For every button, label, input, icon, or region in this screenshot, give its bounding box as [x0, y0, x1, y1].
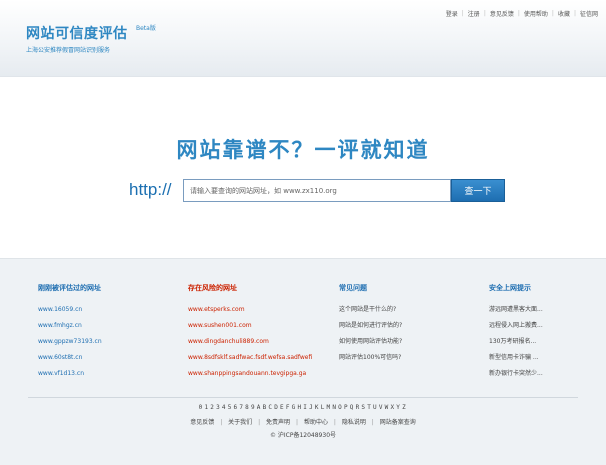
alphabet-index-link[interactable]: Z	[402, 404, 407, 411]
risky-site-link[interactable]: www.8sdfsklf.sadfwac.fsdf.wefsa.sadfwefi	[188, 350, 334, 366]
alphabet-index-link[interactable]: N	[332, 404, 337, 411]
footer-separator: |	[333, 419, 336, 426]
safety-tip-link[interactable]: 130万考研报名...	[489, 334, 569, 350]
risky-site-link[interactable]: www.sushen001.com	[188, 318, 334, 334]
http-prefix-label: http://	[129, 180, 172, 199]
faq-column: 常见问题 这个网站是干什么的? 网站是如何进行评估的? 如何使用网站评估功能? …	[339, 283, 479, 366]
risky-sites-heading: 存在风险的网址	[188, 284, 237, 292]
faq-link[interactable]: 网站评估100%可信吗?	[339, 350, 479, 366]
footer-feedback-link[interactable]: 意见反馈	[190, 419, 214, 426]
topnav-credit-site-link[interactable]: 征信网	[580, 9, 598, 18]
recent-site-link[interactable]: www.vf1d13.cn	[38, 366, 178, 382]
site-logo-title[interactable]: 网站可信度评估	[26, 23, 128, 43]
main-slogan: 网站靠谱不？一评就知道	[176, 137, 430, 162]
footer-disclaimer-link[interactable]: 免责声明	[266, 419, 290, 426]
risky-site-link[interactable]: www.dingdanchuli889.com	[188, 334, 334, 350]
alphabet-index-link[interactable]: 7	[239, 404, 244, 411]
icp-license: © 沪ICP备12048930号	[269, 432, 337, 439]
alphabet-index-link[interactable]: C	[268, 404, 273, 411]
topnav-feedback-link[interactable]: 意见反馈	[490, 9, 514, 18]
safety-tip-link[interactable]: 新型信用卡诈骗 ...	[489, 350, 569, 366]
alphabet-index-link[interactable]: L	[321, 404, 326, 411]
recent-evaluations-heading: 刚刚被评估过的网址	[38, 284, 101, 292]
topnav-register-link[interactable]: 注册	[468, 9, 480, 18]
alphabet-index-link[interactable]: K	[315, 404, 320, 411]
footer-separator: |	[371, 419, 374, 426]
footer-icp-lookup-link[interactable]: 网站备案查询	[380, 419, 416, 426]
recent-site-link[interactable]: www.60st8t.cn	[38, 350, 178, 366]
footer-privacy-link[interactable]: 隐私说明	[342, 419, 366, 426]
alphabet-index-link[interactable]: M	[327, 404, 332, 411]
alphabet-index-link[interactable]: 3	[216, 404, 221, 411]
search-button[interactable]: 查一下	[451, 179, 505, 202]
safety-tips-column: 安全上网提示 游远网遭黑客大面... 远程侵入网上搬费... 130万考研报名.…	[489, 283, 569, 382]
faq-link[interactable]: 这个网站是干什么的?	[339, 302, 479, 318]
alphabet-index-link[interactable]: 5	[228, 404, 233, 411]
alphabet-index-link[interactable]: Y	[396, 404, 401, 411]
footer-separator: |	[220, 419, 223, 426]
url-search-input[interactable]	[183, 179, 451, 202]
alphabet-index-link[interactable]: 1	[204, 404, 209, 411]
topnav-separator: |	[551, 9, 554, 17]
faq-link[interactable]: 如何使用网站评估功能?	[339, 334, 479, 350]
recent-site-link[interactable]: www.fmhgz.cn	[38, 318, 178, 334]
alphabet-index: 0123456789ABCDEFGHIJKLMNOPQRSTUVWXYZ	[0, 404, 606, 411]
alphabet-index-link[interactable]: I	[303, 404, 308, 411]
alphabet-index-link[interactable]: 8	[245, 404, 250, 411]
footer-links: 意见反馈 | 关于我们 | 免责声明 | 帮助中心 | 隐私说明 | 网站备案查…	[0, 417, 606, 426]
recent-site-link[interactable]: www.gppzw73193.cn	[38, 334, 178, 350]
safety-tip-link[interactable]: 游远网遭黑客大面...	[489, 302, 569, 318]
risky-site-link[interactable]: www.shanppingsandouann.tevgipga.ga	[188, 366, 334, 382]
footer-separator: |	[295, 419, 299, 426]
footer-help-center-link[interactable]: 帮助中心	[304, 419, 328, 426]
footer-divider	[28, 397, 578, 398]
risky-site-link[interactable]: www.etsperks.com	[188, 302, 334, 318]
risky-sites-column: 存在风险的网址 www.etsperks.com www.sushen001.c…	[188, 283, 334, 382]
topnav-separator: |	[517, 9, 520, 17]
topnav-separator: |	[483, 9, 486, 17]
alphabet-index-link[interactable]: 2	[210, 404, 215, 411]
alphabet-index-link[interactable]: U	[373, 404, 378, 411]
recent-site-link[interactable]: www.16059.cn	[38, 302, 178, 318]
alphabet-index-link[interactable]: E	[280, 404, 285, 411]
footer-section: 刚刚被评估过的网址 www.16059.cn www.fmhgz.cn www.…	[0, 258, 606, 465]
topnav-login-link[interactable]: 登录	[446, 9, 458, 18]
alphabet-index-link[interactable]: V	[379, 404, 384, 411]
alphabet-index-link[interactable]: D	[274, 404, 279, 411]
recent-evaluations-column: 刚刚被评估过的网址 www.16059.cn www.fmhgz.cn www.…	[38, 283, 178, 382]
alphabet-index-link[interactable]: F	[286, 404, 291, 411]
footer-separator: |	[258, 419, 261, 426]
safety-tip-link[interactable]: 远程侵入网上搬费...	[489, 318, 569, 334]
topnav-separator: |	[573, 9, 576, 17]
faq-heading: 常见问题	[339, 284, 367, 292]
safety-tips-heading: 安全上网提示	[489, 284, 531, 292]
alphabet-index-link[interactable]: J	[309, 404, 314, 411]
alphabet-index-link[interactable]: Q	[350, 404, 355, 411]
alphabet-index-link[interactable]: A	[257, 404, 262, 411]
alphabet-index-link[interactable]: P	[344, 404, 349, 411]
topnav-favorite-link[interactable]: 收藏	[558, 9, 570, 18]
faq-link[interactable]: 网站是如何进行评估的?	[339, 318, 479, 334]
alphabet-index-link[interactable]: H	[297, 404, 302, 411]
site-logo-subtitle: 上海公安推荐假冒网站识别服务	[26, 47, 111, 54]
alphabet-index-link[interactable]: X	[390, 404, 395, 411]
safety-tip-link[interactable]: 新办银行卡突然少...	[489, 366, 569, 382]
alphabet-index-link[interactable]: 6	[234, 404, 239, 411]
alphabet-index-link[interactable]: T	[367, 404, 372, 411]
alphabet-index-link[interactable]: 4	[222, 404, 227, 411]
footer-about-link[interactable]: 关于我们	[228, 419, 252, 426]
top-navigation: 登录 | 注册 | 意见反馈 | 使用帮助 | 收藏 | 征信网	[446, 8, 598, 18]
site-header: 网站可信度评估 Beta版 上海公安推荐假冒网站识别服务 登录 | 注册 | 意…	[0, 0, 606, 77]
beta-badge: Beta版	[136, 25, 156, 32]
alphabet-index-link[interactable]: O	[338, 404, 343, 411]
topnav-help-link[interactable]: 使用帮助	[524, 9, 548, 18]
topnav-separator: |	[461, 9, 464, 17]
alphabet-index-link[interactable]: 9	[251, 404, 256, 411]
alphabet-index-link[interactable]: S	[361, 404, 366, 411]
